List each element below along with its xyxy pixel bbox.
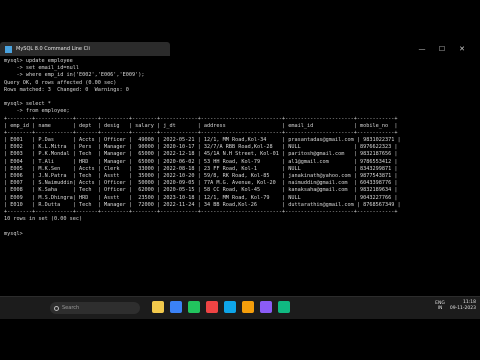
terminal-line: +--------+------------+-------+---------… bbox=[4, 129, 398, 136]
terminal-line: | E003 | P.K.Mondal | Tech | Manager | 6… bbox=[4, 151, 398, 158]
terminal-line: | E002 | K.L.Mitra | Pers | Manager | 90… bbox=[4, 144, 398, 151]
terminal-line: mysql> bbox=[4, 230, 23, 237]
taskbar-app-icon[interactable] bbox=[188, 301, 200, 313]
terminal-line: | E001 | P.Das | Accts | Officer | 49000… bbox=[4, 137, 401, 144]
terminal-line: | emp_id | name | dept | desig | salary … bbox=[4, 122, 398, 129]
terminal-line: 10 rows in set (0.00 sec) bbox=[4, 216, 83, 223]
search-placeholder: Search bbox=[62, 305, 80, 311]
terminal-line: | E004 | T.Ali | HRD | Manager | 65000 |… bbox=[4, 158, 398, 165]
terminal-line: Query OK, 0 rows affected (0.00 sec) bbox=[4, 79, 117, 86]
system-tray: ENG IN 11:18 09-11-2023 bbox=[435, 300, 476, 312]
terminal-line: | E006 | J.N.Patra | Tech | Asstt | 3500… bbox=[4, 173, 398, 179]
taskbar-app-icon[interactable] bbox=[224, 301, 236, 313]
terminal-output[interactable]: mysql> update employee -> set email_id=n… bbox=[4, 58, 476, 288]
close-button[interactable]: ✕ bbox=[458, 42, 466, 56]
search-icon bbox=[54, 305, 59, 311]
terminal-line: mysql> update employee bbox=[4, 58, 73, 64]
terminal-line: mysql> select * bbox=[4, 101, 51, 108]
terminal-line: | E009 | M.S.Dhingra| HRD | Asstt | 2350… bbox=[4, 194, 398, 201]
minimize-button[interactable]: — bbox=[418, 42, 426, 56]
terminal-line: +--------+------------+-------+---------… bbox=[4, 115, 398, 122]
taskbar-apps bbox=[152, 301, 290, 313]
taskbar-app-icon[interactable] bbox=[170, 301, 182, 313]
window-controls: — ☐ ✕ bbox=[418, 42, 466, 56]
clock-date: 09-11-2023 bbox=[449, 306, 476, 311]
maximize-button[interactable]: ☐ bbox=[438, 42, 446, 56]
taskbar-app-icon[interactable] bbox=[260, 301, 272, 313]
taskbar: Search ENG IN 11:18 09-11-2023 bbox=[0, 296, 480, 319]
taskbar-app-icon[interactable] bbox=[152, 301, 164, 313]
window-tab[interactable]: MySQL 8.0 Command Line Cli bbox=[0, 42, 170, 56]
terminal-line: | E007 | S.Naimuddin| Accts | Officer | … bbox=[4, 180, 398, 187]
region-label: IN bbox=[437, 306, 443, 311]
window-title: MySQL 8.0 Command Line Cli bbox=[16, 46, 90, 52]
terminal-line: | E010 | R.Dutta | Tech | Manager | 7200… bbox=[4, 201, 401, 208]
terminal-line: +--------+------------+-------+---------… bbox=[4, 208, 398, 215]
taskbar-app-icon[interactable] bbox=[206, 301, 218, 313]
terminal-line: -> where emp_id in('E002','E006','E009')… bbox=[4, 72, 145, 79]
language-indicator[interactable]: ENG IN bbox=[435, 301, 445, 311]
taskbar-app-icon[interactable] bbox=[242, 301, 254, 313]
taskbar-app-icon[interactable] bbox=[278, 301, 290, 313]
terminal-line: Rows matched: 3 Changed: 0 Warnings: 0 bbox=[4, 86, 129, 93]
clock[interactable]: 11:18 09-11-2023 bbox=[450, 300, 476, 312]
taskbar-search[interactable]: Search bbox=[50, 302, 140, 314]
terminal-line: -> set email_id=null bbox=[4, 65, 79, 72]
terminal-app-icon bbox=[5, 45, 12, 53]
terminal-line: | E008 | K.Saha | Tech | Officer | 62000… bbox=[4, 187, 398, 194]
terminal-line: | E005 | M.K.Sen | Accts | Clerk | 33000… bbox=[4, 165, 398, 172]
terminal-line: -> from employee; bbox=[4, 108, 70, 115]
